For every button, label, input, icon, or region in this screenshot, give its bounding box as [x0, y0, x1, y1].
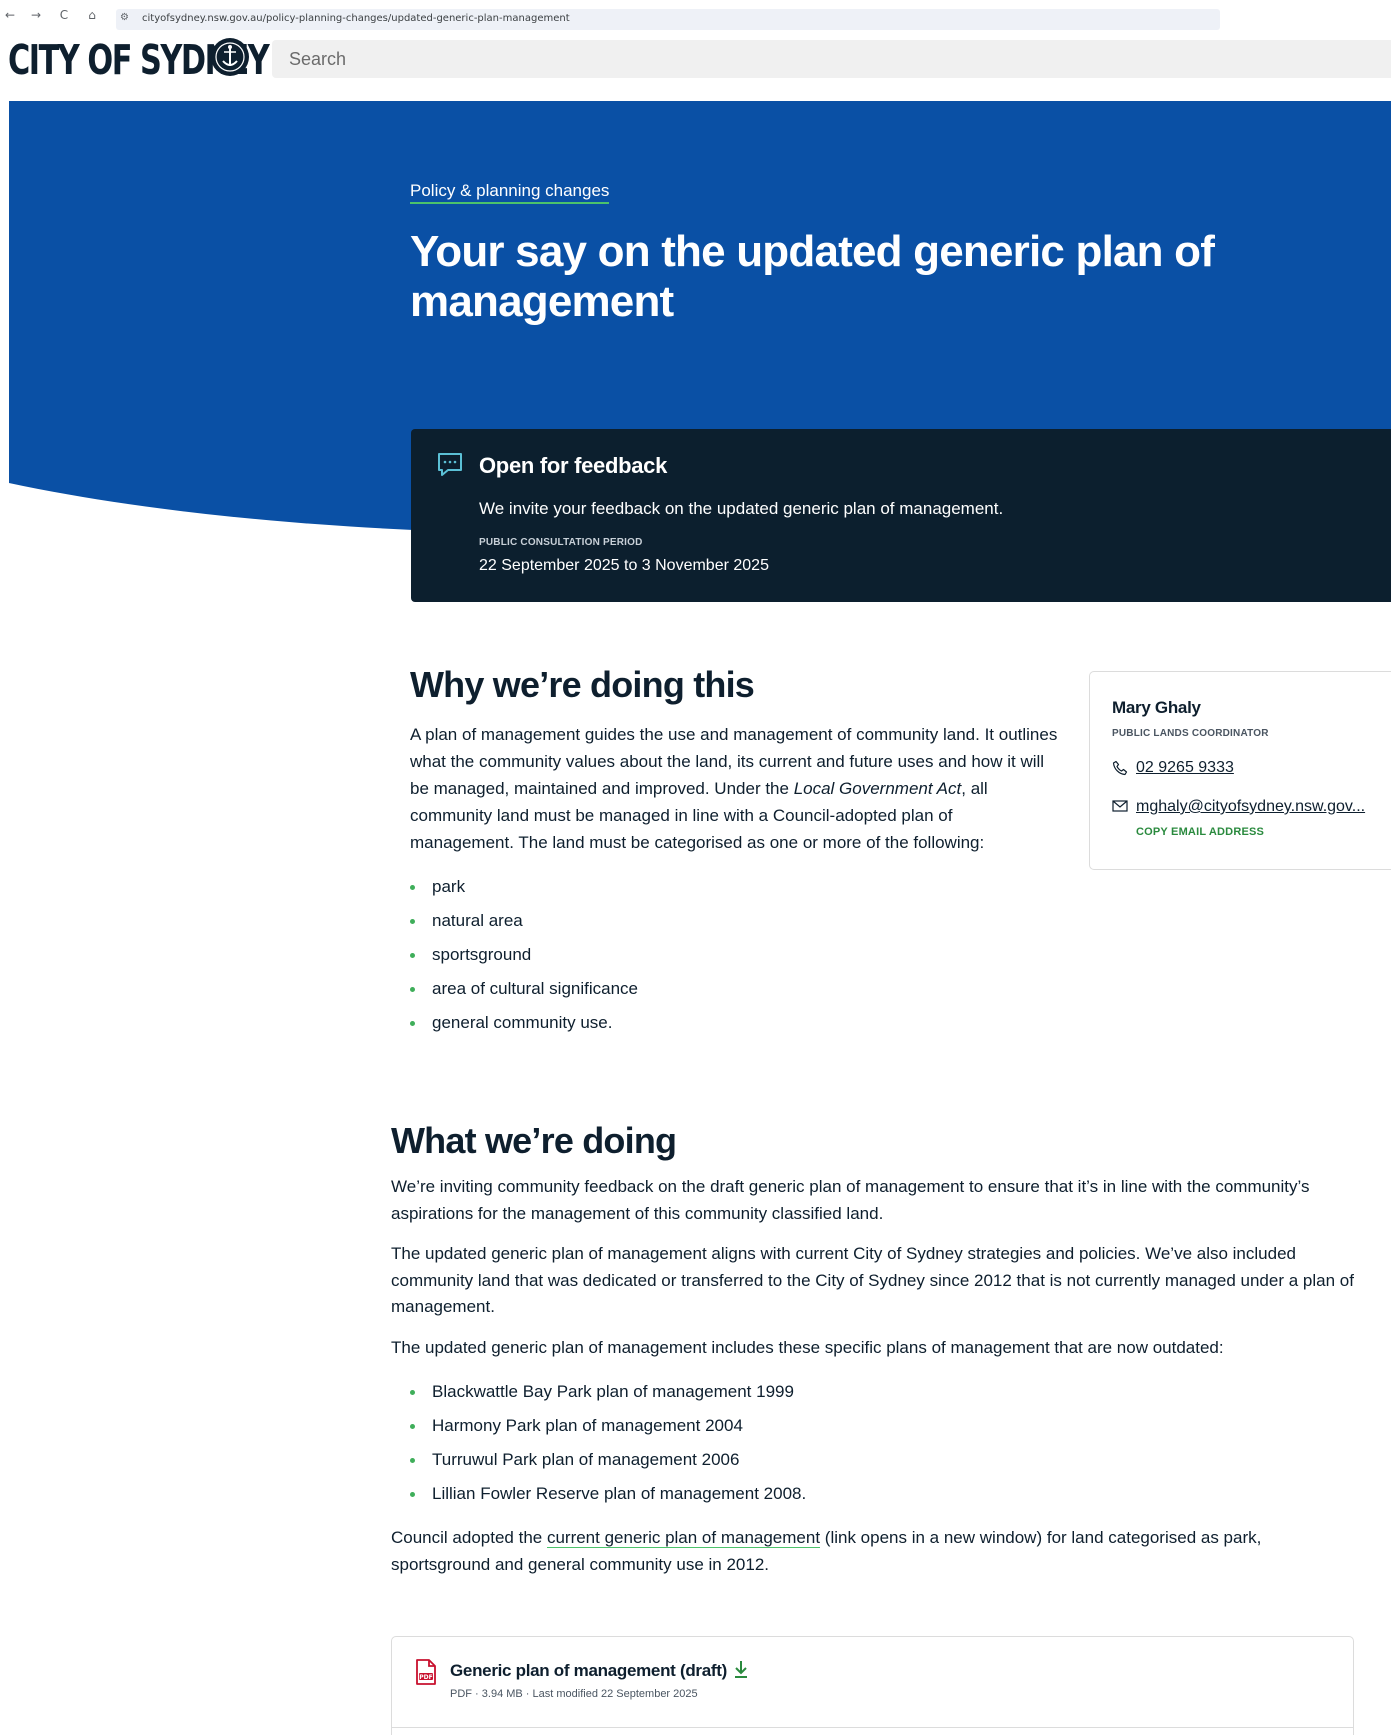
list-item: Harmony Park plan of management 2004	[410, 1409, 1361, 1443]
url-text: cityofsydney.nsw.gov.au/policy-planning-…	[142, 13, 570, 24]
what-text-start: Council adopted the	[391, 1528, 547, 1547]
forward-button[interactable]: →	[29, 8, 43, 22]
feedback-banner: Open for feedback We invite your feedbac…	[411, 429, 1391, 602]
list-item: Turruwul Park plan of management 2006	[410, 1443, 1361, 1477]
contact-card: Mary Ghaly PUBLIC LANDS COORDINATOR 02 9…	[1089, 671, 1391, 870]
site-settings-icon[interactable]: ⚙	[120, 12, 129, 23]
browser-toolbar: ← → C ⌂ ⚙ cityofsydney.nsw.gov.au/policy…	[0, 0, 1391, 36]
contact-phone-link[interactable]: 02 9265 9333	[1136, 759, 1234, 777]
download-icon[interactable]	[732, 1659, 750, 1684]
back-button[interactable]: ←	[3, 8, 17, 22]
site-header: CITY OF SYDNEY Search	[0, 36, 1391, 101]
pdf-icon-label: PDF	[419, 1674, 432, 1681]
list-item: Lillian Fowler Reserve plan of managemen…	[410, 1477, 1361, 1511]
document-meta: PDF · 3.94 MB · Last modified 22 Septemb…	[450, 1688, 698, 1700]
contact-name: Mary Ghaly	[1112, 698, 1201, 717]
list-item: natural area	[410, 904, 1060, 938]
page-title: Your say on the updated generic plan of …	[410, 227, 1215, 326]
what-heading: What we’re doing	[391, 1120, 677, 1161]
what-paragraph-3: The updated generic plan of management i…	[391, 1337, 1224, 1357]
list-item: sportsground	[410, 938, 1060, 972]
list-item: Blackwattle Bay Park plan of management …	[410, 1375, 1361, 1409]
contact-role: PUBLIC LANDS COORDINATOR	[1112, 728, 1269, 739]
what-paragraph-1: We’re inviting community feedback on the…	[391, 1177, 1310, 1223]
copy-email-button[interactable]: COPY EMAIL ADDRESS	[1136, 826, 1264, 838]
search-placeholder: Search	[289, 49, 347, 69]
list-item: park	[410, 870, 1060, 904]
why-paragraph: A plan of management guides the use and …	[410, 721, 1060, 856]
home-button[interactable]: ⌂	[85, 8, 99, 22]
why-heading: Why we’re doing this	[410, 664, 755, 705]
search-input[interactable]: Search	[272, 40, 1391, 78]
pdf-icon: PDF	[414, 1659, 438, 1690]
address-bar[interactable]: ⚙ cityofsydney.nsw.gov.au/policy-plannin…	[116, 9, 1220, 30]
consultation-period-label: PUBLIC CONSULTATION PERIOD	[479, 537, 643, 548]
contact-email-link[interactable]: mghaly@cityofsydney.nsw.gov...	[1136, 798, 1386, 816]
what-section: What we’re doing We’re inviting communit…	[391, 1119, 1361, 1578]
consultation-period: 22 September 2025 to 3 November 2025	[479, 557, 769, 574]
feedback-description: We invite your feedback on the updated g…	[479, 499, 1004, 518]
list-item: general community use.	[410, 1006, 1060, 1040]
act-name: Local Government Act	[793, 779, 962, 798]
document-title[interactable]: Generic plan of management (draft)	[450, 1661, 727, 1681]
outdated-plans-list: Blackwattle Bay Park plan of management …	[410, 1375, 1361, 1511]
city-seal-icon	[211, 38, 249, 76]
current-plan-link[interactable]: current generic plan of management	[546, 1528, 821, 1548]
divider	[392, 1727, 1353, 1728]
speech-bubble-icon	[436, 451, 464, 484]
reload-button[interactable]: C	[57, 8, 71, 22]
feedback-title: Open for feedback	[479, 453, 668, 478]
what-paragraph-2: The updated generic plan of management a…	[391, 1244, 1354, 1316]
land-category-list: park natural area sportsground area of c…	[410, 870, 1060, 1040]
document-card[interactable]: PDF Generic plan of management (draft) P…	[391, 1636, 1354, 1735]
mail-icon	[1112, 799, 1128, 818]
phone-icon	[1112, 760, 1128, 781]
what-paragraph-4: Council adopted the current generic plan…	[391, 1525, 1361, 1578]
breadcrumb-link[interactable]: Policy & planning changes	[410, 181, 610, 204]
list-item: area of cultural significance	[410, 972, 1060, 1006]
why-section: Why we’re doing this A plan of managemen…	[410, 663, 1060, 1040]
